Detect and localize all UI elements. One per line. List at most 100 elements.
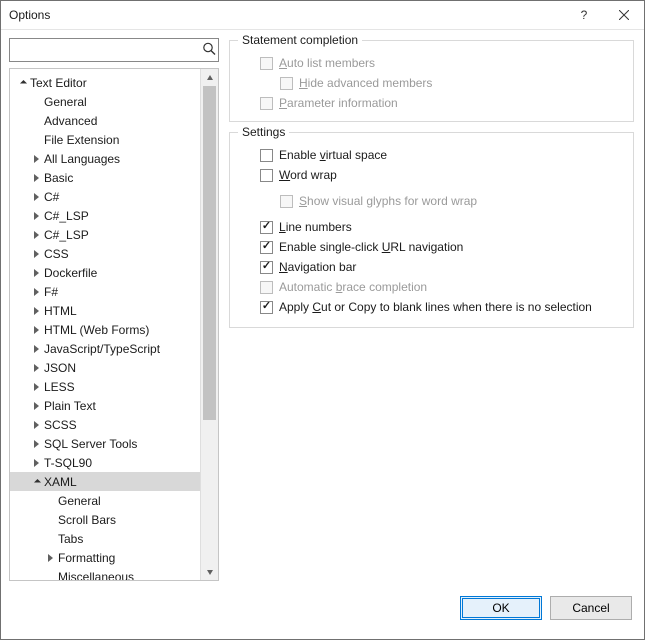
- chevron-right-icon[interactable]: [30, 209, 42, 223]
- tree-item[interactable]: Scroll Bars: [10, 510, 201, 529]
- cancel-button[interactable]: Cancel: [550, 596, 632, 620]
- tree-item[interactable]: All Languages: [10, 149, 201, 168]
- group-settings: Settings Enable virtual space Word wrap …: [229, 132, 634, 328]
- scroll-down-icon[interactable]: [201, 563, 218, 580]
- tree-item-label: SCSS: [42, 418, 77, 432]
- tree-item[interactable]: Plain Text: [10, 396, 201, 415]
- checkbox-icon[interactable]: [260, 149, 273, 162]
- scroll-thumb[interactable]: [203, 86, 216, 420]
- tree-item-label: JavaScript/TypeScript: [42, 342, 160, 356]
- help-icon: ?: [581, 8, 588, 22]
- right-pane: Statement completion Auto list members H…: [229, 38, 634, 581]
- checkbox-word-wrap[interactable]: Word wrap: [240, 165, 623, 185]
- tree-item-label: JSON: [42, 361, 76, 375]
- checkbox-enable-virtual-space[interactable]: Enable virtual space: [240, 145, 623, 165]
- search-field-wrap: [9, 38, 219, 62]
- tree-item[interactable]: C#: [10, 187, 201, 206]
- tree-item[interactable]: SCSS: [10, 415, 201, 434]
- search-input[interactable]: [10, 39, 218, 61]
- tree-item[interactable]: Miscellaneous: [10, 567, 201, 580]
- chevron-right-icon[interactable]: [30, 152, 42, 166]
- chevron-right-icon[interactable]: [30, 247, 42, 261]
- tree-item[interactable]: JSON: [10, 358, 201, 377]
- tree-item[interactable]: Tabs: [10, 529, 201, 548]
- left-pane: Text EditorGeneralAdvancedFile Extension…: [9, 38, 219, 581]
- checkbox-label: Word wrap: [279, 168, 337, 182]
- ok-button[interactable]: OK: [460, 596, 542, 620]
- tree-item-label: C#_LSP: [42, 228, 89, 242]
- checkbox-apply-cut-copy-blank-lines[interactable]: Apply Cut or Copy to blank lines when th…: [240, 297, 623, 317]
- checkbox-icon[interactable]: [260, 221, 273, 234]
- tree-item[interactable]: HTML (Web Forms): [10, 320, 201, 339]
- chevron-right-icon[interactable]: [44, 551, 56, 565]
- chevron-right-icon[interactable]: [30, 304, 42, 318]
- checkbox-icon[interactable]: [260, 241, 273, 254]
- close-icon: [619, 10, 629, 20]
- checkbox-hide-advanced-members: Hide advanced members: [240, 73, 623, 93]
- tree-item[interactable]: T-SQL90: [10, 453, 201, 472]
- checkbox-navigation-bar[interactable]: Navigation bar: [240, 257, 623, 277]
- tree-item[interactable]: C#_LSP: [10, 225, 201, 244]
- checkbox-label: Navigation bar: [279, 260, 356, 274]
- chevron-right-icon[interactable]: [30, 380, 42, 394]
- checkbox-label: Enable single-click URL navigation: [279, 240, 463, 254]
- chevron-down-icon[interactable]: [30, 475, 42, 489]
- chevron-right-icon[interactable]: [30, 418, 42, 432]
- tree-item[interactable]: HTML: [10, 301, 201, 320]
- checkbox-single-click-url-navigation[interactable]: Enable single-click URL navigation: [240, 237, 623, 257]
- tree-item[interactable]: File Extension: [10, 130, 201, 149]
- chevron-right-icon[interactable]: [30, 285, 42, 299]
- tree-item-label: Formatting: [56, 551, 115, 565]
- checkbox-label: Parameter information: [279, 96, 398, 110]
- tree-item[interactable]: Advanced: [10, 111, 201, 130]
- chevron-right-icon[interactable]: [30, 171, 42, 185]
- tree-item-label: All Languages: [42, 152, 120, 166]
- chevron-right-icon[interactable]: [30, 456, 42, 470]
- tree-item-label: General: [56, 494, 101, 508]
- tree-item-label: XAML: [42, 475, 77, 489]
- tree-item[interactable]: General: [10, 491, 201, 510]
- checkbox-label: Show visual glyphs for word wrap: [299, 194, 477, 208]
- tree-item-label: Text Editor: [28, 76, 87, 90]
- dialog-footer: OK Cancel: [1, 587, 644, 639]
- chevron-right-icon[interactable]: [30, 228, 42, 242]
- tree-item[interactable]: Dockerfile: [10, 263, 201, 282]
- checkbox-label: Hide advanced members: [299, 76, 432, 90]
- checkbox-icon[interactable]: [260, 169, 273, 182]
- checkbox-show-visual-glyphs: Show visual glyphs for word wrap: [240, 191, 623, 211]
- chevron-right-icon[interactable]: [30, 399, 42, 413]
- checkbox-icon[interactable]: [260, 301, 273, 314]
- chevron-right-icon[interactable]: [30, 342, 42, 356]
- category-tree[interactable]: Text EditorGeneralAdvancedFile Extension…: [10, 69, 201, 580]
- tree-item-label: C#_LSP: [42, 209, 89, 223]
- chevron-right-icon[interactable]: [30, 437, 42, 451]
- checkbox-line-numbers[interactable]: Line numbers: [240, 217, 623, 237]
- tree-item[interactable]: JavaScript/TypeScript: [10, 339, 201, 358]
- tree-item[interactable]: General: [10, 92, 201, 111]
- tree-item[interactable]: SQL Server Tools: [10, 434, 201, 453]
- chevron-right-icon[interactable]: [30, 361, 42, 375]
- chevron-down-icon[interactable]: [16, 76, 28, 90]
- tree-item[interactable]: XAML: [10, 472, 201, 491]
- chevron-right-icon[interactable]: [30, 266, 42, 280]
- tree-item[interactable]: C#_LSP: [10, 206, 201, 225]
- tree-item[interactable]: CSS: [10, 244, 201, 263]
- close-button[interactable]: [604, 1, 644, 29]
- tree-item[interactable]: LESS: [10, 377, 201, 396]
- chevron-right-icon[interactable]: [30, 190, 42, 204]
- tree-item[interactable]: F#: [10, 282, 201, 301]
- tree-item[interactable]: Basic: [10, 168, 201, 187]
- checkbox-icon[interactable]: [260, 261, 273, 274]
- group-legend: Statement completion: [238, 33, 362, 47]
- scroll-up-icon[interactable]: [201, 69, 218, 86]
- tree-item[interactable]: Text Editor: [10, 73, 201, 92]
- tree-item-label: Plain Text: [42, 399, 96, 413]
- scroll-track[interactable]: [201, 86, 218, 563]
- tree-item-label: Tabs: [56, 532, 83, 546]
- search-icon[interactable]: [202, 42, 216, 59]
- tree-item[interactable]: Formatting: [10, 548, 201, 567]
- chevron-right-icon[interactable]: [30, 323, 42, 337]
- tree-scrollbar[interactable]: [200, 69, 218, 580]
- tree-item-label: HTML: [42, 304, 77, 318]
- help-button[interactable]: ?: [564, 1, 604, 29]
